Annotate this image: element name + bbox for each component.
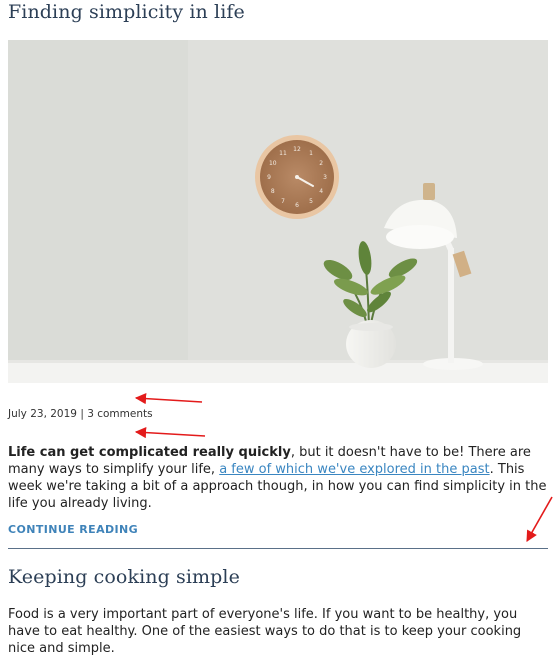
clock-numeral: 4 <box>319 188 323 195</box>
past-posts-link[interactable]: a few of which we've explored in the pas… <box>219 462 489 477</box>
post-meta: July 23, 2019 | 3 comments <box>8 408 153 420</box>
clock-numeral: 10 <box>269 160 277 167</box>
comments-link[interactable]: 3 comments <box>87 408 152 420</box>
post-featured-image[interactable]: 12 1 2 3 4 5 6 7 8 9 10 11 <box>8 40 548 383</box>
clock-numeral: 5 <box>309 198 313 205</box>
post-excerpt: Life can get complicated really quickly,… <box>8 444 548 512</box>
post-divider <box>8 548 548 549</box>
clock-numeral: 1 <box>309 150 313 157</box>
wall-clock: 121234567891011 <box>255 135 339 219</box>
minimal-room-illustration: 121234567891011 <box>8 40 548 383</box>
clock-numeral: 7 <box>281 198 285 205</box>
post-title-2[interactable]: Keeping cooking simple <box>8 566 240 588</box>
post-date: July 23, 2019 <box>8 408 77 420</box>
clock-numeral: 9 <box>267 174 271 181</box>
annotation-arrow-gap <box>134 426 206 439</box>
post-title[interactable]: Finding simplicity in life <box>8 1 245 23</box>
meta-separator: | <box>80 408 84 420</box>
annotation-arrow-date <box>134 393 203 405</box>
excerpt-bold-text: Life can get complicated really quickly <box>8 445 291 460</box>
clock-numeral: 11 <box>279 150 287 157</box>
post-excerpt-2: Food is a very important part of everyon… <box>8 607 522 656</box>
clock-numeral: 6 <box>295 202 299 209</box>
clock-numeral: 3 <box>323 174 327 181</box>
clock-numeral: 12 <box>293 146 301 153</box>
clock-numeral: 2 <box>319 160 323 167</box>
continue-reading-link[interactable]: CONTINUE READING <box>8 523 138 536</box>
clock-numeral: 8 <box>271 188 275 195</box>
